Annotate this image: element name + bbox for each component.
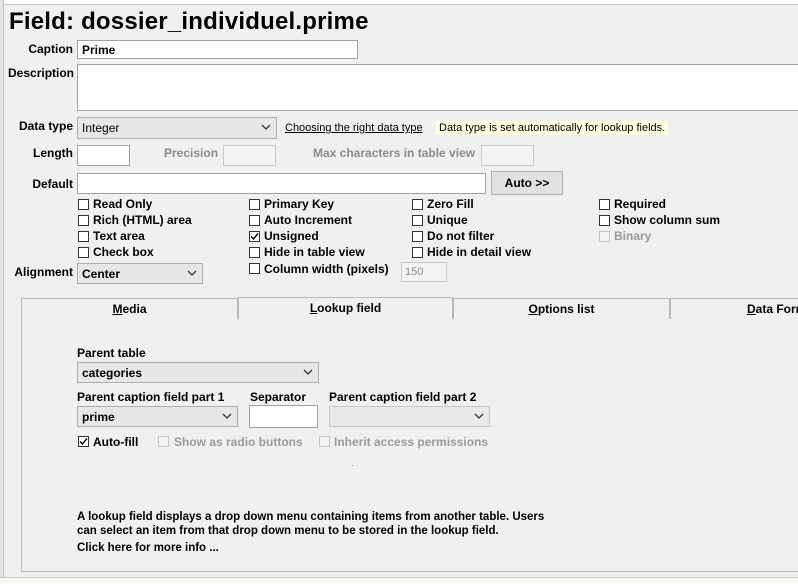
precision-input[interactable] bbox=[223, 145, 276, 166]
divider-dot bbox=[352, 465, 353, 466]
description-label: Description bbox=[8, 66, 75, 80]
separator-input[interactable] bbox=[249, 405, 318, 428]
caption-part1-value: prime bbox=[82, 410, 115, 424]
max-chars-label: Max characters in table view bbox=[313, 146, 476, 160]
tab-data-format-label: ata Forma bbox=[755, 302, 798, 316]
hide-table-view-checkbox[interactable] bbox=[249, 247, 260, 258]
inherit-permissions-label: Inherit access permissions bbox=[334, 435, 489, 449]
tab-options-mnemonic: O bbox=[528, 302, 538, 316]
show-as-radio-checkbox[interactable] bbox=[158, 436, 169, 447]
alignment-label: Alignment bbox=[14, 265, 73, 279]
window-top-edge bbox=[0, 0, 798, 5]
chevron-down-icon bbox=[303, 369, 313, 375]
check-box-checkbox[interactable] bbox=[78, 247, 89, 258]
more-info-link[interactable]: Click here for more info ... bbox=[77, 541, 219, 555]
alignment-select[interactable]: Center bbox=[77, 263, 203, 284]
checkmark-icon bbox=[79, 438, 88, 446]
column-width-label: Column width (pixels) bbox=[264, 262, 389, 276]
do-not-filter-checkbox[interactable] bbox=[412, 231, 423, 242]
read-only-checkbox[interactable] bbox=[78, 199, 89, 210]
text-area-checkbox[interactable] bbox=[78, 231, 89, 242]
tab-media-label: edia bbox=[122, 302, 147, 316]
tab-lookup-label: ookup field bbox=[317, 301, 382, 315]
column-width-checkbox[interactable] bbox=[249, 263, 260, 274]
max-chars-input[interactable] bbox=[481, 145, 534, 166]
tab-data-format[interactable]: Data Forma bbox=[670, 298, 798, 319]
lookup-info-line1: A lookup field displays a drop down menu… bbox=[77, 511, 545, 523]
caption-part1-label: Parent caption field part 1 bbox=[77, 390, 225, 404]
show-column-sum-label: Show column sum bbox=[614, 213, 721, 227]
tab-options-label: ptions list bbox=[537, 302, 595, 316]
show-as-radio-label: Show as radio buttons bbox=[174, 435, 303, 449]
unsigned-label: Unsigned bbox=[264, 229, 319, 243]
zero-fill-checkbox[interactable] bbox=[412, 199, 423, 210]
default-label: Default bbox=[32, 177, 73, 191]
unsigned-checkbox[interactable] bbox=[249, 231, 260, 242]
hide-detail-view-checkbox[interactable] bbox=[412, 247, 423, 258]
auto-fill-label: Auto-fill bbox=[93, 435, 139, 449]
chevron-down-icon bbox=[261, 124, 271, 130]
default-input[interactable] bbox=[77, 173, 486, 194]
required-label: Required bbox=[614, 197, 667, 211]
tab-options-list[interactable]: Options list bbox=[453, 298, 670, 319]
tab-lookup-field[interactable]: Lookup field bbox=[238, 297, 453, 320]
checkmark-icon bbox=[250, 233, 259, 241]
caption-part2-label: Parent caption field part 2 bbox=[329, 390, 477, 404]
separator-label: Separator bbox=[250, 390, 307, 404]
hide-detail-view-label: Hide in detail view bbox=[427, 245, 532, 259]
tab-media[interactable]: Media bbox=[21, 298, 238, 319]
page-title: Field: dossier_individuel.prime bbox=[9, 8, 369, 35]
rich-html-checkbox[interactable] bbox=[78, 215, 89, 226]
data-type-select[interactable]: Integer bbox=[77, 117, 277, 139]
chevron-down-icon bbox=[187, 270, 197, 276]
data-type-label: Data type bbox=[18, 119, 73, 133]
check-box-label: Check box bbox=[93, 245, 154, 259]
chevron-down-icon bbox=[474, 413, 484, 419]
description-textarea[interactable] bbox=[77, 64, 798, 111]
data-type-value: Integer bbox=[82, 121, 120, 135]
lookup-info-line2: can select an item from that drop down m… bbox=[77, 525, 499, 537]
primary-key-label: Primary Key bbox=[264, 197, 335, 211]
auto-fill-checkbox[interactable] bbox=[78, 436, 89, 447]
rich-html-label: Rich (HTML) area bbox=[93, 213, 192, 227]
required-checkbox[interactable] bbox=[599, 199, 610, 210]
auto-increment-label: Auto Increment bbox=[264, 213, 353, 227]
caption-part2-select[interactable] bbox=[329, 406, 490, 427]
read-only-label: Read Only bbox=[93, 197, 153, 211]
chevron-down-icon bbox=[222, 413, 232, 419]
inherit-permissions-checkbox[interactable] bbox=[319, 436, 330, 447]
binary-label: Binary bbox=[614, 229, 652, 243]
precision-label: Precision bbox=[164, 146, 219, 160]
auto-increment-checkbox[interactable] bbox=[249, 215, 260, 226]
do-not-filter-label: Do not filter bbox=[427, 229, 495, 243]
caption-input[interactable]: Prime bbox=[77, 40, 358, 59]
column-width-input[interactable]: 150 bbox=[401, 262, 447, 282]
auto-button[interactable]: Auto >> bbox=[491, 171, 563, 195]
unique-checkbox[interactable] bbox=[412, 215, 423, 226]
unique-label: Unique bbox=[427, 213, 468, 227]
hide-table-view-label: Hide in table view bbox=[264, 245, 365, 259]
alignment-value: Center bbox=[82, 267, 121, 281]
length-label: Length bbox=[33, 146, 73, 160]
text-area-label: Text area bbox=[93, 229, 145, 243]
show-column-sum-checkbox[interactable] bbox=[599, 215, 610, 226]
data-type-note: Data type is set automatically for looku… bbox=[436, 121, 669, 135]
length-input[interactable] bbox=[77, 145, 130, 166]
caption-label: Caption bbox=[28, 42, 73, 56]
binary-checkbox[interactable] bbox=[599, 231, 610, 242]
zero-fill-label: Zero Fill bbox=[427, 197, 474, 211]
parent-table-value: categories bbox=[82, 366, 143, 380]
choosing-data-type-link[interactable]: Choosing the right data type bbox=[285, 122, 423, 134]
parent-table-label: Parent table bbox=[77, 346, 146, 360]
primary-key-checkbox[interactable] bbox=[249, 199, 260, 210]
tab-media-mnemonic: M bbox=[112, 302, 123, 316]
window-left-edge bbox=[0, 0, 4, 583]
tab-data-format-mnemonic: D bbox=[747, 302, 756, 316]
caption-part1-select[interactable]: prime bbox=[77, 406, 238, 427]
parent-table-select[interactable]: categories bbox=[77, 362, 319, 383]
